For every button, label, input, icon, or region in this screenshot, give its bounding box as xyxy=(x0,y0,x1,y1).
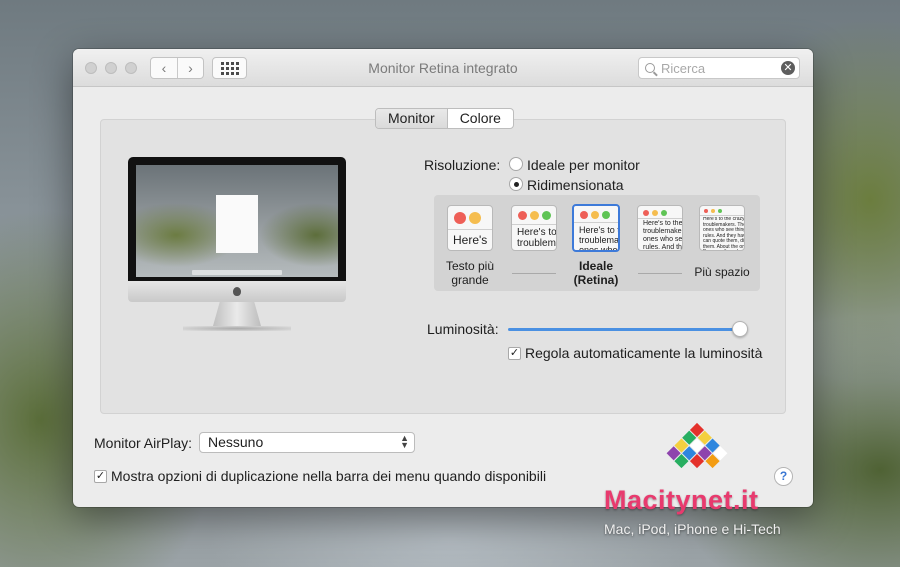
thumb-window-buttons xyxy=(454,212,481,224)
thumb-titlebar xyxy=(448,229,492,230)
thumb-titlebar xyxy=(700,215,744,216)
thumb-window-buttons xyxy=(518,211,551,220)
caption-divider xyxy=(638,273,682,274)
imac-screen xyxy=(136,165,338,277)
radio-ideal-label[interactable]: Ideale per monitor xyxy=(527,157,640,173)
brightness-slider[interactable] xyxy=(508,328,740,331)
tab-monitor[interactable]: Monitor xyxy=(376,109,447,128)
resolution-option-4[interactable]: Here's to the cr troublemakers. ones who… xyxy=(637,205,683,251)
watermark-cube-logo xyxy=(666,422,728,469)
caption-divider xyxy=(512,273,556,274)
thumb-text-sample: Here's to th troublemak ones who xyxy=(579,225,620,252)
help-button[interactable]: ? xyxy=(774,467,793,486)
thumb-window-buttons xyxy=(580,211,610,219)
brightness-slider-knob[interactable] xyxy=(732,321,748,337)
auto-brightness-label[interactable]: Regola automaticamente la luminosità xyxy=(525,345,762,361)
brightness-label: Luminosità: xyxy=(427,321,499,337)
thumb-titlebar xyxy=(512,224,556,225)
watermark-name: Macitynet.it xyxy=(604,485,759,515)
imac-chin xyxy=(128,281,346,302)
watermark-tagline: Mac, iPod, iPhone e Hi-Tech xyxy=(604,521,781,537)
imac-bezel xyxy=(128,157,346,281)
thumb-window-buttons xyxy=(704,209,722,213)
search-icon xyxy=(645,63,655,73)
airplay-select[interactable]: Nessuno ▲ ▼ xyxy=(199,432,415,453)
imac-illustration xyxy=(128,157,346,331)
thumb-titlebar xyxy=(638,218,682,219)
auto-brightness-checkbox[interactable]: ✓ xyxy=(508,347,521,360)
segmented-tabs: Monitor Colore xyxy=(375,108,514,129)
thumb-window-buttons xyxy=(643,210,667,216)
updown-arrows-icon: ▲ ▼ xyxy=(400,433,409,450)
caption-retina: Ideale (Retina) xyxy=(573,259,619,287)
resolution-option-retina[interactable]: Here's to th troublemak ones who xyxy=(572,204,620,252)
search-placeholder: Ricerca xyxy=(661,60,706,76)
airplay-label: Monitor AirPlay: xyxy=(94,435,193,451)
radio-scaled-label[interactable]: Ridimensionata xyxy=(527,177,624,193)
apple-logo-icon xyxy=(233,287,241,296)
resolution-option-larger-text[interactable]: Here's xyxy=(447,205,493,251)
caption-larger-text: Testo più grande xyxy=(445,259,495,287)
tab-colore[interactable]: Colore xyxy=(446,109,513,128)
clear-search-icon[interactable]: ✕ xyxy=(781,61,795,75)
scaled-resolution-options: Here's Here's to th troublema Here's to … xyxy=(434,195,760,291)
resolution-option-more-space[interactable]: Here's to the crazy one troublemakers. T… xyxy=(699,205,745,251)
title-bar: ‹ › Monitor Retina integrato Ricerca ✕ xyxy=(73,49,813,87)
thumb-titlebar xyxy=(574,222,618,223)
imac-base-shadow xyxy=(183,326,291,331)
document-preview xyxy=(216,195,258,253)
thumb-text-sample: Here's to the cr troublemakers. ones who… xyxy=(643,220,683,251)
imac-stand xyxy=(213,302,261,326)
dock-preview xyxy=(192,270,282,275)
resolution-option-2[interactable]: Here's to th troublema xyxy=(511,205,557,251)
thumb-text-sample: Here's xyxy=(453,234,488,247)
thumb-text-sample: Here's to th troublema xyxy=(517,227,557,249)
caption-more-space: Più spazio xyxy=(694,265,750,279)
resolution-label: Risoluzione: xyxy=(424,157,501,173)
search-field[interactable]: Ricerca ✕ xyxy=(638,57,800,79)
radio-scaled[interactable] xyxy=(509,177,523,191)
display-panel: Risoluzione: Ideale per monitor Ridimens… xyxy=(100,119,786,414)
thumb-text-sample: Here's to the crazy one troublemakers. T… xyxy=(703,217,745,250)
mirroring-label[interactable]: Mostra opzioni di duplicazione nella bar… xyxy=(111,468,546,484)
mirroring-checkbox[interactable]: ✓ xyxy=(94,470,107,483)
radio-ideal[interactable] xyxy=(509,157,523,171)
airplay-select-value: Nessuno xyxy=(208,434,264,450)
